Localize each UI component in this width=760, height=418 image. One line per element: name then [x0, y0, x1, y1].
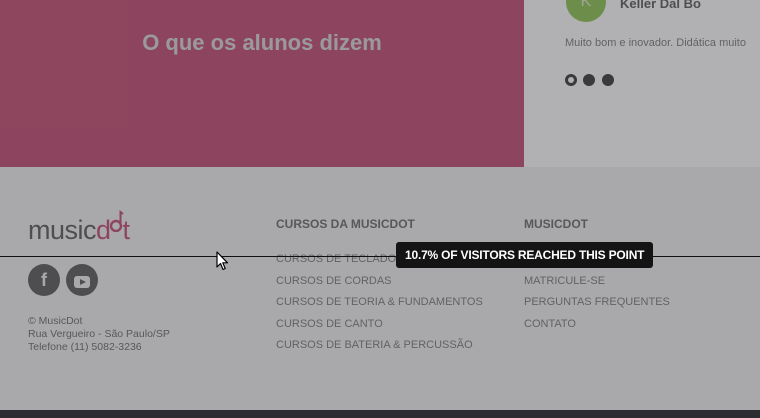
mouse-cursor-icon	[216, 251, 229, 271]
heatmap-overlay	[0, 0, 760, 418]
scroll-reach-tooltip: 10.7% OF VISITORS REACHED THIS POINT	[396, 242, 654, 268]
